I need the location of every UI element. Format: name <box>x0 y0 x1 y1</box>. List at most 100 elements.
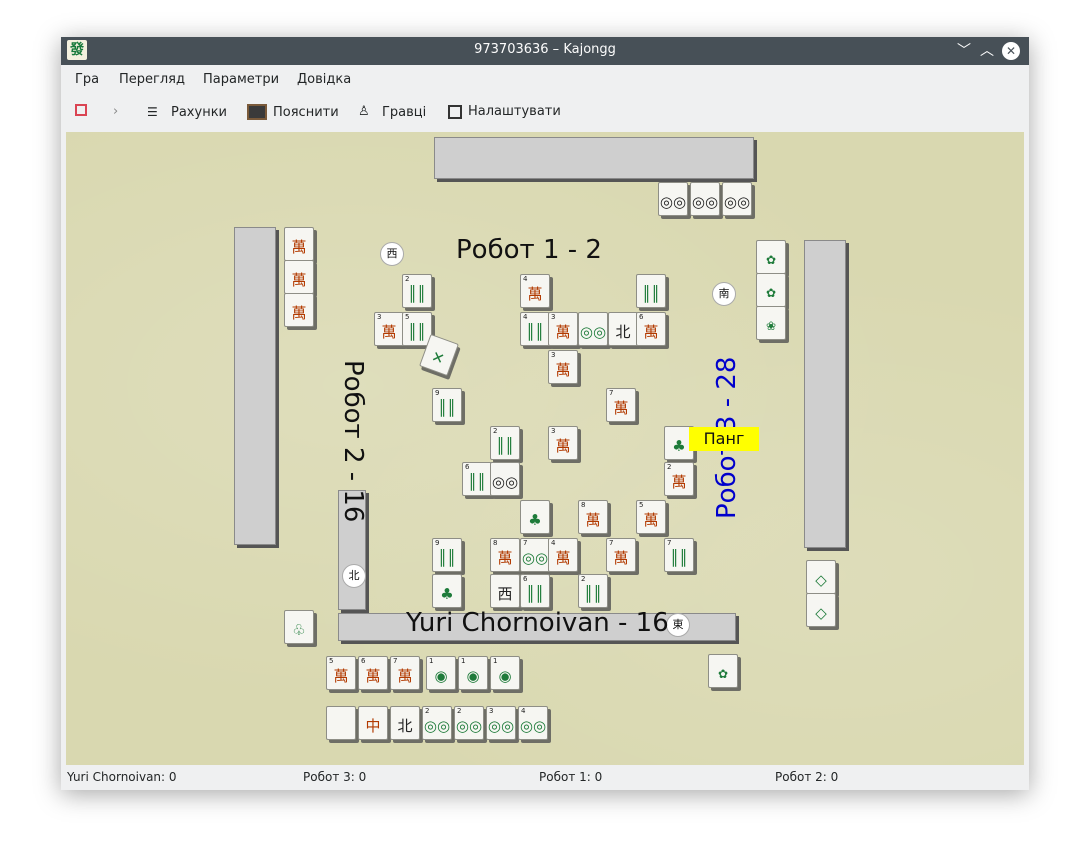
tile[interactable]: 4 ║║ <box>520 312 550 346</box>
tile[interactable]: 5萬 <box>636 500 666 534</box>
tile[interactable]: ◎◎ <box>490 462 520 496</box>
wind-marker-east: 南 <box>712 282 736 306</box>
tile[interactable]: 6 ║║ <box>520 574 550 608</box>
tile[interactable]: 北 <box>608 312 638 346</box>
menu-view[interactable]: Перегляд <box>119 72 185 87</box>
players-label: Гравці <box>382 104 427 120</box>
hand-tile[interactable]: 2 ◎◎ <box>422 706 452 740</box>
settings-icon <box>448 104 462 119</box>
window-title: 973703636 – Kajongg <box>474 42 616 57</box>
tile[interactable]: 6萬 <box>636 312 666 346</box>
tile[interactable]: 2 ║║ <box>490 426 520 460</box>
tile[interactable]: 萬 <box>284 260 314 294</box>
tile[interactable]: 萬 <box>284 227 314 261</box>
tile[interactable]: ♧ <box>284 610 314 644</box>
tile[interactable]: ◎◎ <box>690 182 720 216</box>
tile[interactable]: ◎◎ <box>658 182 688 216</box>
tile[interactable]: ❀ <box>756 306 786 340</box>
blackboard-icon <box>247 104 267 120</box>
forward-icon[interactable]: › <box>113 104 118 119</box>
hand-tile[interactable]: 中 <box>358 706 388 740</box>
tile[interactable]: ✿ <box>756 240 786 274</box>
tile[interactable]: 2萬 <box>664 462 694 496</box>
wind-marker-south: 東 <box>666 613 690 637</box>
tile[interactable]: 3萬 <box>548 312 578 346</box>
tile[interactable]: ◇ <box>806 593 836 627</box>
tile[interactable]: 7 ║║ <box>664 538 694 572</box>
tile[interactable]: 8萬 <box>490 538 520 572</box>
tile[interactable]: 8萬 <box>578 500 608 534</box>
hand-tile[interactable] <box>326 706 356 740</box>
tile[interactable]: ◎◎ <box>578 312 608 346</box>
tile[interactable]: ║║ <box>636 274 666 308</box>
list-icon: ☰ <box>147 105 158 119</box>
tile[interactable]: ✿ <box>708 654 738 688</box>
configure-label: Налаштувати <box>468 104 561 119</box>
hand-tile[interactable]: 1 ◉ <box>458 656 488 690</box>
tile[interactable]: ◇ <box>806 560 836 594</box>
hand-tile[interactable]: 1 ◉ <box>490 656 520 690</box>
game-board: ◎◎ ◎◎ ◎◎ 萬 萬 萬 ✿ ✿ ❀ ◇ ◇ 2 ║║ 3萬 5 ║║ ✕ 9 ║… <box>66 132 1024 765</box>
menubar: Гра Перегляд Параметри Довідка <box>61 65 1029 93</box>
players-button[interactable]: ♙ Гравці <box>358 104 426 120</box>
player-label-north: Робот 1 - 2 <box>456 235 602 265</box>
tile[interactable]: ✿ <box>756 273 786 307</box>
status-player-2: Робот 3: 0 <box>303 770 367 784</box>
tile[interactable]: 9 ║║ <box>432 538 462 572</box>
hand-tile[interactable]: 7萬 <box>390 656 420 690</box>
tile[interactable]: 2 ║║ <box>402 274 432 308</box>
scores-label: Рахунки <box>171 104 227 120</box>
tile[interactable]: 萬 <box>284 293 314 327</box>
user-icon: ♙ <box>358 104 370 119</box>
kajongg-window: 發 973703636 – Kajongg ﹀ ︿ ✕ Гра Перегляд… <box>61 37 1029 790</box>
tile[interactable]: 9 ║║ <box>432 388 462 422</box>
explain-label: Пояснити <box>273 104 339 120</box>
wind-marker-north: 西 <box>380 242 404 266</box>
menu-help[interactable]: Довідка <box>297 72 351 87</box>
west-wall <box>234 227 276 545</box>
tile[interactable]: 3萬 <box>548 350 578 384</box>
configure-button[interactable]: Налаштувати <box>448 104 561 119</box>
hand-tile[interactable]: 2 ◎◎ <box>454 706 484 740</box>
menu-game[interactable]: Гра <box>75 72 99 87</box>
tile[interactable]: 7 ◎◎ <box>520 538 550 572</box>
status-player-4: Робот 2: 0 <box>775 770 839 784</box>
statusbar: Yuri Chornoivan: 0 Робот 3: 0 Робот 1: 0… <box>61 765 1029 790</box>
tile[interactable]: 西 <box>490 574 520 608</box>
close-icon[interactable]: ✕ <box>1002 42 1020 60</box>
player-label-south: Yuri Chornoivan - 16 <box>406 608 669 638</box>
status-player-1: Yuri Chornoivan: 0 <box>67 770 177 784</box>
maximize-icon[interactable]: ︿ <box>977 41 997 61</box>
scores-button[interactable]: ☰ Рахунки <box>147 104 227 120</box>
tile[interactable]: 6 ║║ <box>462 462 492 496</box>
window-icon <box>75 104 87 116</box>
hand-tile[interactable]: 1 ◉ <box>426 656 456 690</box>
explain-button[interactable]: Пояснити <box>247 104 339 120</box>
hand-tile[interactable]: 4 ◎◎ <box>518 706 548 740</box>
hand-tile[interactable]: 6萬 <box>358 656 388 690</box>
tile[interactable]: 7萬 <box>606 538 636 572</box>
minimize-icon[interactable]: ﹀ <box>954 41 974 61</box>
player-label-west: Робот 2 - 16 <box>338 360 368 523</box>
tile[interactable]: 2 ║║ <box>578 574 608 608</box>
tile[interactable]: ◎◎ <box>722 182 752 216</box>
hide-button[interactable] <box>75 104 87 116</box>
toolbar: › ☰ Рахунки Пояснити ♙ Гравці Налаштуват… <box>61 97 1029 129</box>
tile[interactable]: 3萬 <box>548 426 578 460</box>
tile[interactable]: ♣ <box>520 500 550 534</box>
titlebar: 發 973703636 – Kajongg ﹀ ︿ ✕ <box>61 37 1029 65</box>
status-player-3: Робот 1: 0 <box>539 770 603 784</box>
tile[interactable]: 4萬 <box>548 538 578 572</box>
hand-tile[interactable]: 北 <box>390 706 420 740</box>
tile[interactable]: 4萬 <box>520 274 550 308</box>
north-wall <box>434 137 754 179</box>
tile[interactable]: ♣ <box>432 574 462 608</box>
menu-settings[interactable]: Параметри <box>203 72 279 87</box>
claim-bubble: Панг <box>689 427 759 451</box>
wind-marker-west: 北 <box>342 564 366 588</box>
tile[interactable]: 3萬 <box>374 312 404 346</box>
hand-tile[interactable]: 3 ◎◎ <box>486 706 516 740</box>
tile[interactable]: 7萬 <box>606 388 636 422</box>
east-wall <box>804 240 846 548</box>
hand-tile[interactable]: 5萬 <box>326 656 356 690</box>
